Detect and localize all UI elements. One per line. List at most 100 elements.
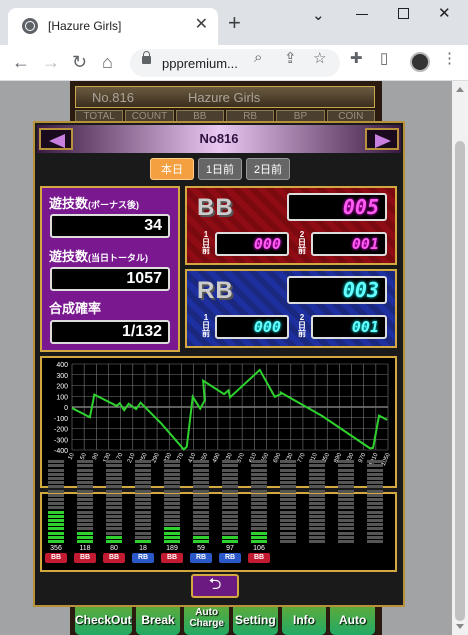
meter-segment xyxy=(77,531,93,535)
menu-kebab-icon[interactable]: ⋮ xyxy=(442,49,457,67)
x-tick-label: 290 xyxy=(151,452,161,464)
meter-segment xyxy=(48,531,64,535)
meter-segment xyxy=(338,489,354,493)
rb-day1-label: 1日前 xyxy=(202,313,210,338)
scroll-up-icon[interactable] xyxy=(456,87,464,92)
meter-segment xyxy=(338,506,354,510)
meter-segment xyxy=(193,460,209,464)
meter-segment xyxy=(367,510,383,514)
home-icon[interactable]: ⌂ xyxy=(102,51,113,73)
meter-segment xyxy=(280,468,296,472)
meter-segment xyxy=(280,502,296,506)
back-button[interactable]: ⮌ xyxy=(191,574,239,598)
meter-segment xyxy=(48,519,64,522)
meter-segment xyxy=(367,481,383,485)
meter-segment xyxy=(251,460,267,464)
meter-segment xyxy=(280,531,296,535)
meter-segment xyxy=(135,506,151,510)
scroll-down-icon[interactable] xyxy=(456,624,464,629)
tab-search-icon[interactable]: ⌄ xyxy=(312,6,325,24)
meter-segment xyxy=(251,506,267,510)
meter-segment xyxy=(135,489,151,493)
bonus-type-badge: BB xyxy=(161,553,183,563)
meter-segment xyxy=(367,514,383,518)
meter-segment xyxy=(164,468,180,472)
tab-today[interactable]: 本日 xyxy=(150,158,194,180)
meter-segment xyxy=(309,523,325,527)
browser-tab[interactable]: [Hazure Girls] ✕ xyxy=(8,8,218,45)
meter-segment xyxy=(338,485,354,489)
meter-segment xyxy=(164,481,180,485)
meter-segment xyxy=(251,493,267,497)
meter-segment xyxy=(135,464,151,468)
address-bar[interactable]: pppremium... xyxy=(130,49,340,77)
meter-segment xyxy=(338,540,354,543)
meter-segment xyxy=(135,527,151,531)
day-tabs: 本日 1日前 2日前 xyxy=(150,158,290,180)
bb-day1-label: 1日前 xyxy=(202,230,210,255)
meter-segment xyxy=(280,489,296,493)
avatar[interactable] xyxy=(410,52,430,72)
scroll-thumb[interactable] xyxy=(455,141,465,621)
meter-segment xyxy=(106,540,122,543)
share-icon[interactable]: ⇪ xyxy=(284,49,297,67)
minimize-button[interactable] xyxy=(356,14,368,15)
meter-segment xyxy=(251,535,267,539)
extensions-icon[interactable]: ✚ xyxy=(350,49,363,67)
meter-segment xyxy=(77,502,93,506)
meter-segment xyxy=(164,519,180,522)
meter-segment xyxy=(367,468,383,472)
close-tab-button[interactable]: ✕ xyxy=(195,16,208,34)
meter-segment xyxy=(164,535,180,539)
sidepanel-icon[interactable]: ▯ xyxy=(380,49,388,67)
meter-segment xyxy=(309,514,325,518)
meter-segment xyxy=(367,460,383,464)
bonus-games-label: 118 xyxy=(79,545,91,552)
stats-panel: 遊技数(ボーナス後) 34 遊技数(当日トータル) 1057 合成確率 1/13… xyxy=(40,186,180,352)
meter-segment xyxy=(106,510,122,514)
zoom-icon[interactable]: ⌕ xyxy=(254,49,262,66)
return-arrow-icon: ⮌ xyxy=(208,576,222,593)
maximize-button[interactable] xyxy=(398,8,409,19)
meter-segment xyxy=(222,472,238,476)
meter-segment xyxy=(280,506,296,510)
meter-segment xyxy=(106,514,122,518)
meter-segment xyxy=(338,514,354,518)
meter-segment xyxy=(48,468,64,472)
meter-segment xyxy=(338,535,354,539)
tab-2-days-ago[interactable]: 2日前 xyxy=(246,158,290,180)
meter-segment xyxy=(222,493,238,497)
meter-segment xyxy=(280,498,296,501)
back-arrow-icon[interactable]: ← xyxy=(12,51,30,73)
meter-segment xyxy=(338,477,354,480)
meter-segment xyxy=(48,506,64,510)
meter-segment xyxy=(106,519,122,522)
meter-segment xyxy=(309,481,325,485)
reload-icon[interactable]: ↻ xyxy=(72,51,87,73)
close-window-button[interactable]: ✕ xyxy=(438,4,451,22)
bookmark-star-icon[interactable]: ☆ xyxy=(313,49,326,67)
tab-1-day-ago[interactable]: 1日前 xyxy=(198,158,242,180)
forward-arrow-icon[interactable]: → xyxy=(42,51,60,73)
meter-segment xyxy=(193,540,209,543)
meter-segment xyxy=(338,468,354,472)
meter-segment xyxy=(193,472,209,476)
new-tab-button[interactable]: + xyxy=(228,12,241,34)
next-machine-button[interactable] xyxy=(365,128,399,150)
meter-segment xyxy=(309,498,325,501)
meter-segment xyxy=(164,540,180,543)
meter-segment xyxy=(135,502,151,506)
meter-segment xyxy=(251,502,267,506)
meter-segment xyxy=(106,493,122,497)
meter-segment xyxy=(48,477,64,480)
meter-segment xyxy=(280,519,296,522)
meter-segment xyxy=(367,519,383,522)
meter-segment xyxy=(309,460,325,464)
meter-segment xyxy=(135,531,151,535)
meter-segment xyxy=(193,502,209,506)
meter-segment xyxy=(309,477,325,480)
page-scrollbar[interactable] xyxy=(452,81,468,635)
meter-segment xyxy=(106,502,122,506)
meter-segment xyxy=(251,468,267,472)
meter-segment xyxy=(106,527,122,531)
